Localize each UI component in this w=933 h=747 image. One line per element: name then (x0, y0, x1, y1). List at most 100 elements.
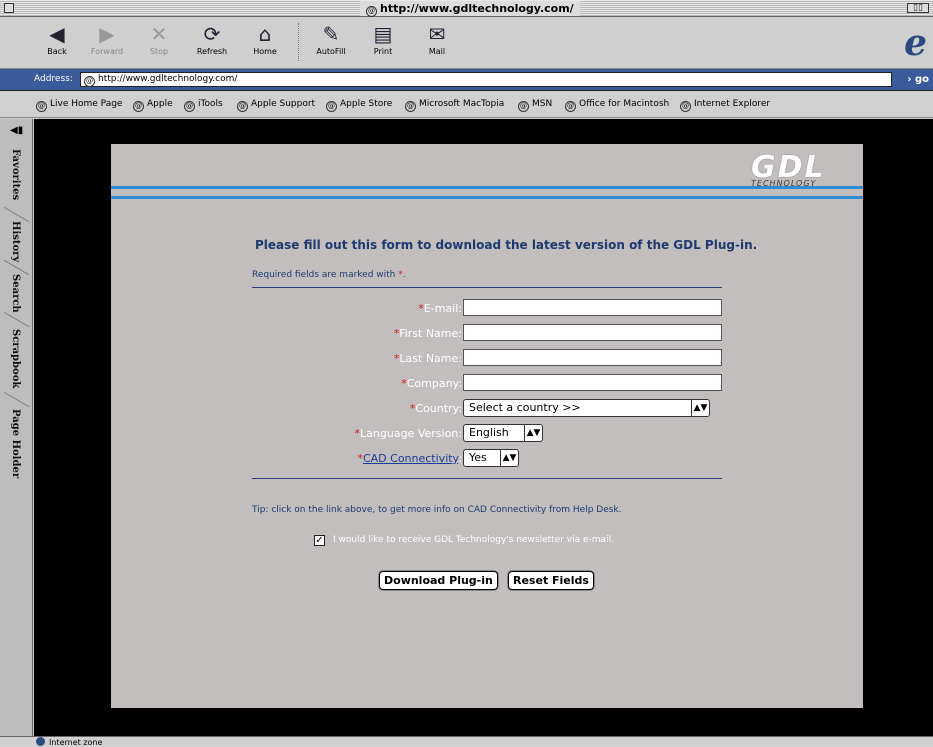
fav-live-home-page[interactable]: @ Live Home Page (36, 99, 122, 112)
tip-text: Tip: click on the link above, to get mor… (252, 505, 622, 515)
company-row: *Company: (252, 374, 722, 392)
cad-label: *CAD Connectivity: (357, 452, 462, 465)
explorer-bar-tabs: ◀▮ Favorites History Search Scrapbook Pa… (0, 119, 33, 736)
stop-x-icon: ✕ (150, 22, 168, 46)
reset-fields-button[interactable]: Reset Fields (508, 571, 594, 590)
tab-divider (4, 311, 29, 328)
link-icon: @ (565, 101, 576, 112)
required-note: Required fields are marked with *. (252, 270, 406, 280)
email-label: *E-mail: (418, 302, 462, 315)
language-select[interactable]: English ▲▼ (463, 424, 543, 442)
newsletter-checkbox[interactable]: ✓ (314, 535, 325, 546)
fav-apple-support[interactable]: @ Apple Support (237, 99, 315, 112)
email-row: *E-mail: (252, 299, 722, 317)
tab-scrapbook[interactable]: Scrapbook (10, 329, 21, 388)
country-select[interactable]: Select a country >> ▲▼ (463, 399, 710, 417)
forward-arrow-icon: ▶ (99, 22, 115, 46)
status-text: Internet zone (49, 738, 103, 747)
link-icon: @ (405, 101, 416, 112)
form-headline: Please fill out this form to download th… (255, 238, 758, 252)
fav-office-for-macintosh[interactable]: @ Office for Macintosh (565, 99, 669, 112)
first-name-label: *First Name: (393, 327, 462, 340)
language-row: *Language Version: English ▲▼ (252, 424, 722, 442)
link-icon: @ (326, 101, 337, 112)
internet-explorer-logo-icon: e (904, 22, 927, 64)
select-arrows-icon: ▲▼ (500, 450, 518, 466)
link-icon: @ (36, 101, 47, 112)
fav-microsoft-mactopia[interactable]: @ Microsoft MacTopia (405, 99, 504, 112)
tab-divider (4, 206, 29, 223)
mail-button[interactable]: ✉ Mail (412, 21, 462, 56)
country-label: *Country: (409, 402, 462, 415)
toolbar-separator (298, 23, 299, 61)
close-box[interactable] (4, 3, 14, 13)
last-name-label: *Last Name: (393, 352, 462, 365)
collapse-explorer-icon[interactable]: ◀▮ (10, 125, 23, 136)
divider-line (252, 478, 722, 479)
forward-button[interactable]: ▶ Forward (82, 21, 132, 56)
link-icon: @ (237, 101, 248, 112)
select-arrows-icon: ▲▼ (691, 400, 709, 416)
fav-itools[interactable]: @ iTools (184, 99, 223, 112)
company-field[interactable] (463, 374, 722, 391)
favorites-bar: @ Live Home Page @ Apple @ iTools @ Apple Su… (0, 92, 933, 118)
country-row: *Country: Select a country >> ▲▼ (252, 399, 722, 417)
tab-page-holder[interactable]: Page Holder (10, 409, 21, 478)
status-bar: Internet zone (0, 736, 933, 747)
tab-favorites[interactable]: Favorites (10, 149, 21, 200)
back-arrow-icon: ◀ (49, 22, 65, 46)
web-content-area: GDL TECHNOLOGY Please fill out this form… (34, 119, 933, 736)
email-field[interactable] (463, 299, 722, 316)
newsletter-option: ✓ I would like to receive GDL Technology'… (314, 535, 614, 546)
cad-connectivity-link[interactable]: CAD Connectivity (363, 452, 458, 465)
first-name-row: *First Name: (252, 324, 722, 342)
home-button[interactable]: ⌂ Home (240, 21, 290, 56)
autofill-button[interactable]: ✎ AutoFill (306, 21, 356, 56)
tab-divider (4, 391, 29, 408)
fav-internet-explorer[interactable]: @ Internet Explorer (680, 99, 770, 112)
printer-icon: ▤ (373, 22, 393, 46)
last-name-field[interactable] (463, 349, 722, 366)
download-plugin-button[interactable]: Download Plug-in (379, 571, 498, 590)
gdl-technology-logo: GDL TECHNOLOGY (751, 150, 826, 188)
header-stripe (111, 196, 863, 199)
back-button[interactable]: ◀ Back (32, 21, 82, 56)
globe-icon (36, 737, 45, 746)
select-arrows-icon: ▲▼ (524, 425, 542, 441)
refresh-icon: ⟳ (203, 22, 221, 46)
cad-row: *CAD Connectivity: Yes ▲▼ (252, 449, 722, 467)
fav-msn[interactable]: @ MSN (518, 99, 552, 112)
print-button[interactable]: ▤ Print (358, 21, 408, 56)
link-icon: @ (133, 101, 144, 112)
stop-button[interactable]: ✕ Stop (134, 21, 184, 56)
mail-envelope-icon: ✉ (428, 22, 446, 46)
tab-search[interactable]: Search (10, 274, 21, 313)
divider-line (252, 287, 722, 288)
address-input[interactable]: @ http://www.gdltechnology.com/ (80, 72, 892, 87)
go-button[interactable]: › go (907, 74, 929, 85)
gdl-page: GDL TECHNOLOGY Please fill out this form… (111, 144, 863, 708)
header-stripe (111, 186, 863, 189)
last-name-row: *Last Name: (252, 349, 722, 367)
fav-apple-store[interactable]: @ Apple Store (326, 99, 392, 112)
refresh-button[interactable]: ⟳ Refresh (187, 21, 237, 56)
address-bar: Address: @ http://www.gdltechnology.com/ … (0, 69, 933, 91)
page-icon: @ (84, 76, 95, 87)
cad-select[interactable]: Yes ▲▼ (463, 449, 519, 467)
link-icon: @ (680, 101, 691, 112)
address-label: Address: (34, 74, 73, 84)
window-title: @ http://www.gdltechnology.com/ (360, 1, 580, 17)
home-icon: ⌂ (258, 22, 272, 46)
fav-apple[interactable]: @ Apple (133, 99, 173, 112)
link-icon: @ (518, 101, 529, 112)
zoom-box[interactable]: ▯▯ (907, 3, 929, 13)
tab-history[interactable]: History (10, 221, 21, 262)
link-icon: @ (184, 101, 195, 112)
newsletter-label: I would like to receive GDL Technology's… (333, 535, 614, 545)
window-title-bar: @ http://www.gdltechnology.com/ ▯▯ (0, 0, 933, 17)
first-name-field[interactable] (463, 324, 722, 341)
autofill-pen-icon: ✎ (322, 22, 340, 46)
browser-toolbar: ◀ Back ▶ Forward ✕ Stop ⟳ Refresh ⌂ Home ✎ Aut… (0, 17, 933, 69)
page-icon: @ (366, 6, 377, 17)
language-label: *Language Version: (354, 427, 462, 440)
